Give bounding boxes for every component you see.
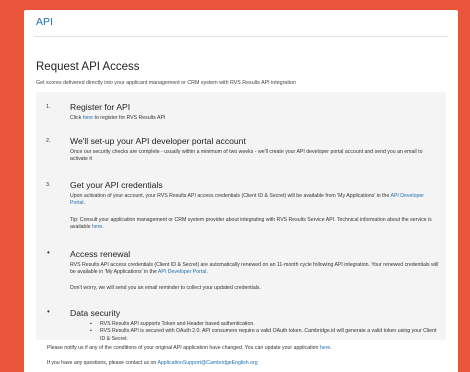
security-item: RVS Results API supports Token and Heade… xyxy=(88,321,440,329)
step-tip: Tip: Consult your application management… xyxy=(70,217,440,232)
renewal-text: RVS Results API access credentials (Clie… xyxy=(70,262,439,276)
page-title: API xyxy=(36,16,53,28)
update-notice-text: Please notify us if any of the condition… xyxy=(47,345,320,351)
step-body-text: . xyxy=(83,200,86,207)
step-body-text: Upon activation of your account, your RV… xyxy=(70,193,391,199)
step-number: 2. xyxy=(46,138,51,144)
support-email-link[interactable]: ApplicationSupport@CambridgeEnglish.org xyxy=(157,360,257,366)
security-item: RVS Results API is secured with OAuth 2.… xyxy=(88,328,440,343)
step-number: 3. xyxy=(46,182,51,188)
step-body: Upon activation of your account, your RV… xyxy=(70,193,440,208)
register-link[interactable]: here xyxy=(83,115,93,121)
tip-text: Tip: Consult your application management… xyxy=(70,217,432,231)
contact-text: If you have any questions, please contac… xyxy=(47,360,158,366)
bullet-marker: • xyxy=(47,307,50,316)
section-title: Access renewal xyxy=(70,249,131,259)
title-divider xyxy=(34,36,448,37)
contact-line: If you have any questions, please contac… xyxy=(47,360,452,367)
page-heading: Request API Access xyxy=(36,61,140,73)
update-application-link[interactable]: here xyxy=(320,345,330,351)
api-steps-panel: 1. Register for API Click here to regist… xyxy=(36,92,446,343)
update-notice-text: . xyxy=(330,345,332,351)
api-page: API Request API Access Get scores delive… xyxy=(24,10,458,372)
api-developer-portal-link[interactable]: API Developer Portal xyxy=(158,269,206,275)
renewal-text: . xyxy=(206,269,208,276)
renewal-reminder: Don't worry, we will send you an email r… xyxy=(70,285,261,291)
step-body: Click here to register for RVS Results A… xyxy=(70,115,440,122)
section-title: Data security xyxy=(70,308,121,318)
step-body: Once our security checks are complete - … xyxy=(70,149,423,163)
step-title: Get your API credentials xyxy=(70,180,163,190)
technical-info-link[interactable]: here xyxy=(92,224,102,230)
tip-text: . xyxy=(102,224,104,231)
step-body-text: to register for RVS Results API xyxy=(93,115,166,121)
step-number: 1. xyxy=(46,104,51,110)
bullet-marker: • xyxy=(47,248,50,257)
security-list: RVS Results API supports Token and Heade… xyxy=(88,321,440,343)
intro-text: Get scores delivered directly into your … xyxy=(36,80,296,86)
renewal-body: RVS Results API access credentials (Clie… xyxy=(70,262,440,277)
update-notice: Please notify us if any of the condition… xyxy=(47,345,452,352)
step-title: We'll set-up your API developer portal a… xyxy=(70,136,246,146)
step-body-text: Click xyxy=(70,115,83,121)
step-title: Register for API xyxy=(70,102,131,112)
